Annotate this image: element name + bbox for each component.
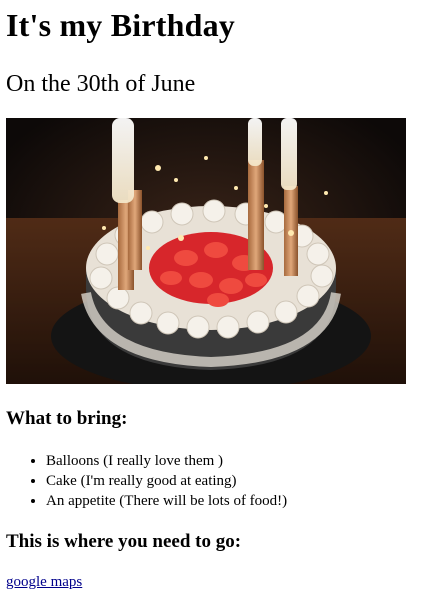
list-item: An appetite (There will be lots of food!… <box>46 491 435 511</box>
page-title: It's my Birthday <box>6 7 235 43</box>
bring-list: Balloons (I really love them ) Cake (I'm… <box>6 451 435 511</box>
birthday-cake-image <box>6 118 406 384</box>
location-link-container: google maps <box>6 573 435 591</box>
list-item: Cake (I'm really good at eating) <box>46 471 435 491</box>
google-maps-link[interactable]: google maps <box>6 574 82 590</box>
location-heading: This is where you need to go: <box>6 531 242 552</box>
what-to-bring-heading: What to bring: <box>6 408 128 429</box>
page-subtitle: On the 30th of June <box>6 71 196 97</box>
page: It's my Birthday On the 30th of June Wha… <box>0 0 441 591</box>
list-item: Balloons (I really love them ) <box>46 451 435 471</box>
